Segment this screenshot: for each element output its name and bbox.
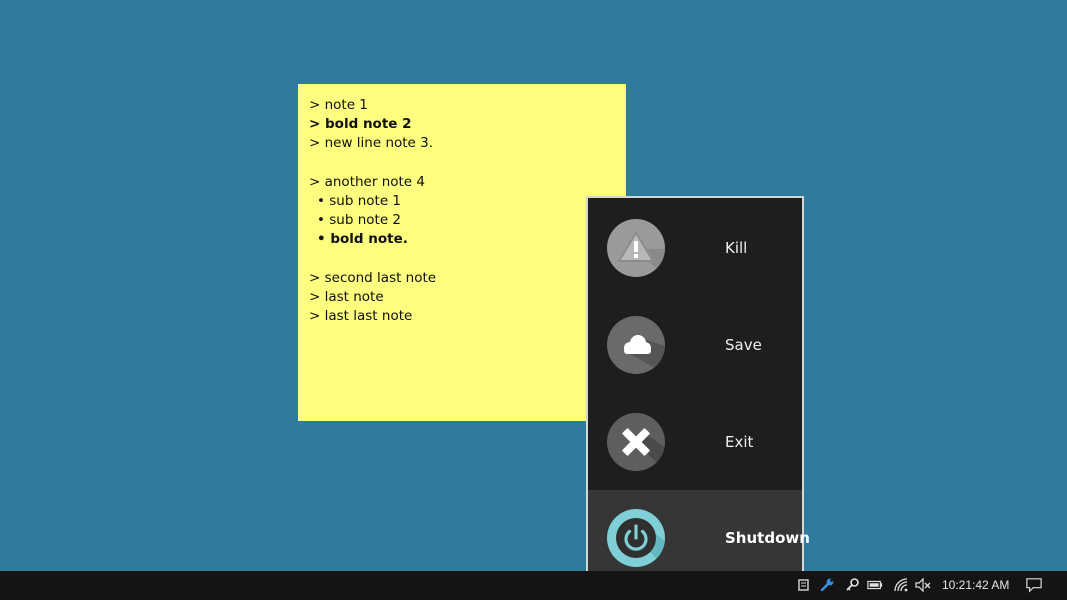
- cloud-icon: [607, 316, 665, 374]
- notes-icon[interactable]: [796, 577, 812, 593]
- kill-label: Kill: [725, 239, 748, 257]
- power-icon: [607, 509, 665, 567]
- note-line: > note 1: [309, 97, 368, 113]
- note-line: > last last note: [309, 308, 413, 325]
- warning-icon: [607, 219, 665, 277]
- save-label: Save: [725, 336, 762, 354]
- note-line: > new line note 3.: [309, 135, 434, 152]
- action-center-icon[interactable]: [1026, 577, 1042, 593]
- volume-muted-icon[interactable]: [915, 577, 931, 593]
- wifi-icon[interactable]: [893, 577, 909, 593]
- note-bullet: • sub note 2: [317, 212, 401, 229]
- note-line: > second last note: [309, 269, 437, 286]
- save-button[interactable]: Save: [588, 297, 802, 393]
- note-bullet: • bold note.: [317, 231, 408, 248]
- note-line: > bold note 2: [309, 116, 412, 133]
- power-menu: Kill Save Exit Shutdown: [586, 196, 810, 588]
- exit-button[interactable]: Exit: [588, 394, 802, 490]
- x-icon: [607, 413, 665, 471]
- kill-button[interactable]: Kill: [588, 200, 802, 296]
- note-line: [309, 250, 615, 269]
- key-icon[interactable]: [844, 577, 860, 593]
- sticky-note[interactable]: > note 1 > bold note 2 > new line note 3…: [298, 84, 626, 421]
- note-line: > another note 4: [309, 173, 425, 190]
- exit-label: Exit: [725, 433, 754, 451]
- battery-icon[interactable]: [867, 577, 883, 593]
- clock[interactable]: 10:21:42 AM: [942, 578, 1009, 592]
- note-line: > last note: [309, 289, 384, 305]
- taskbar: 10:21:42 AM: [0, 571, 1067, 600]
- note-bullet: • sub note 1: [317, 193, 401, 209]
- note-line: [309, 154, 615, 173]
- shutdown-label: Shutdown: [725, 529, 810, 547]
- wrench-icon[interactable]: [819, 577, 835, 593]
